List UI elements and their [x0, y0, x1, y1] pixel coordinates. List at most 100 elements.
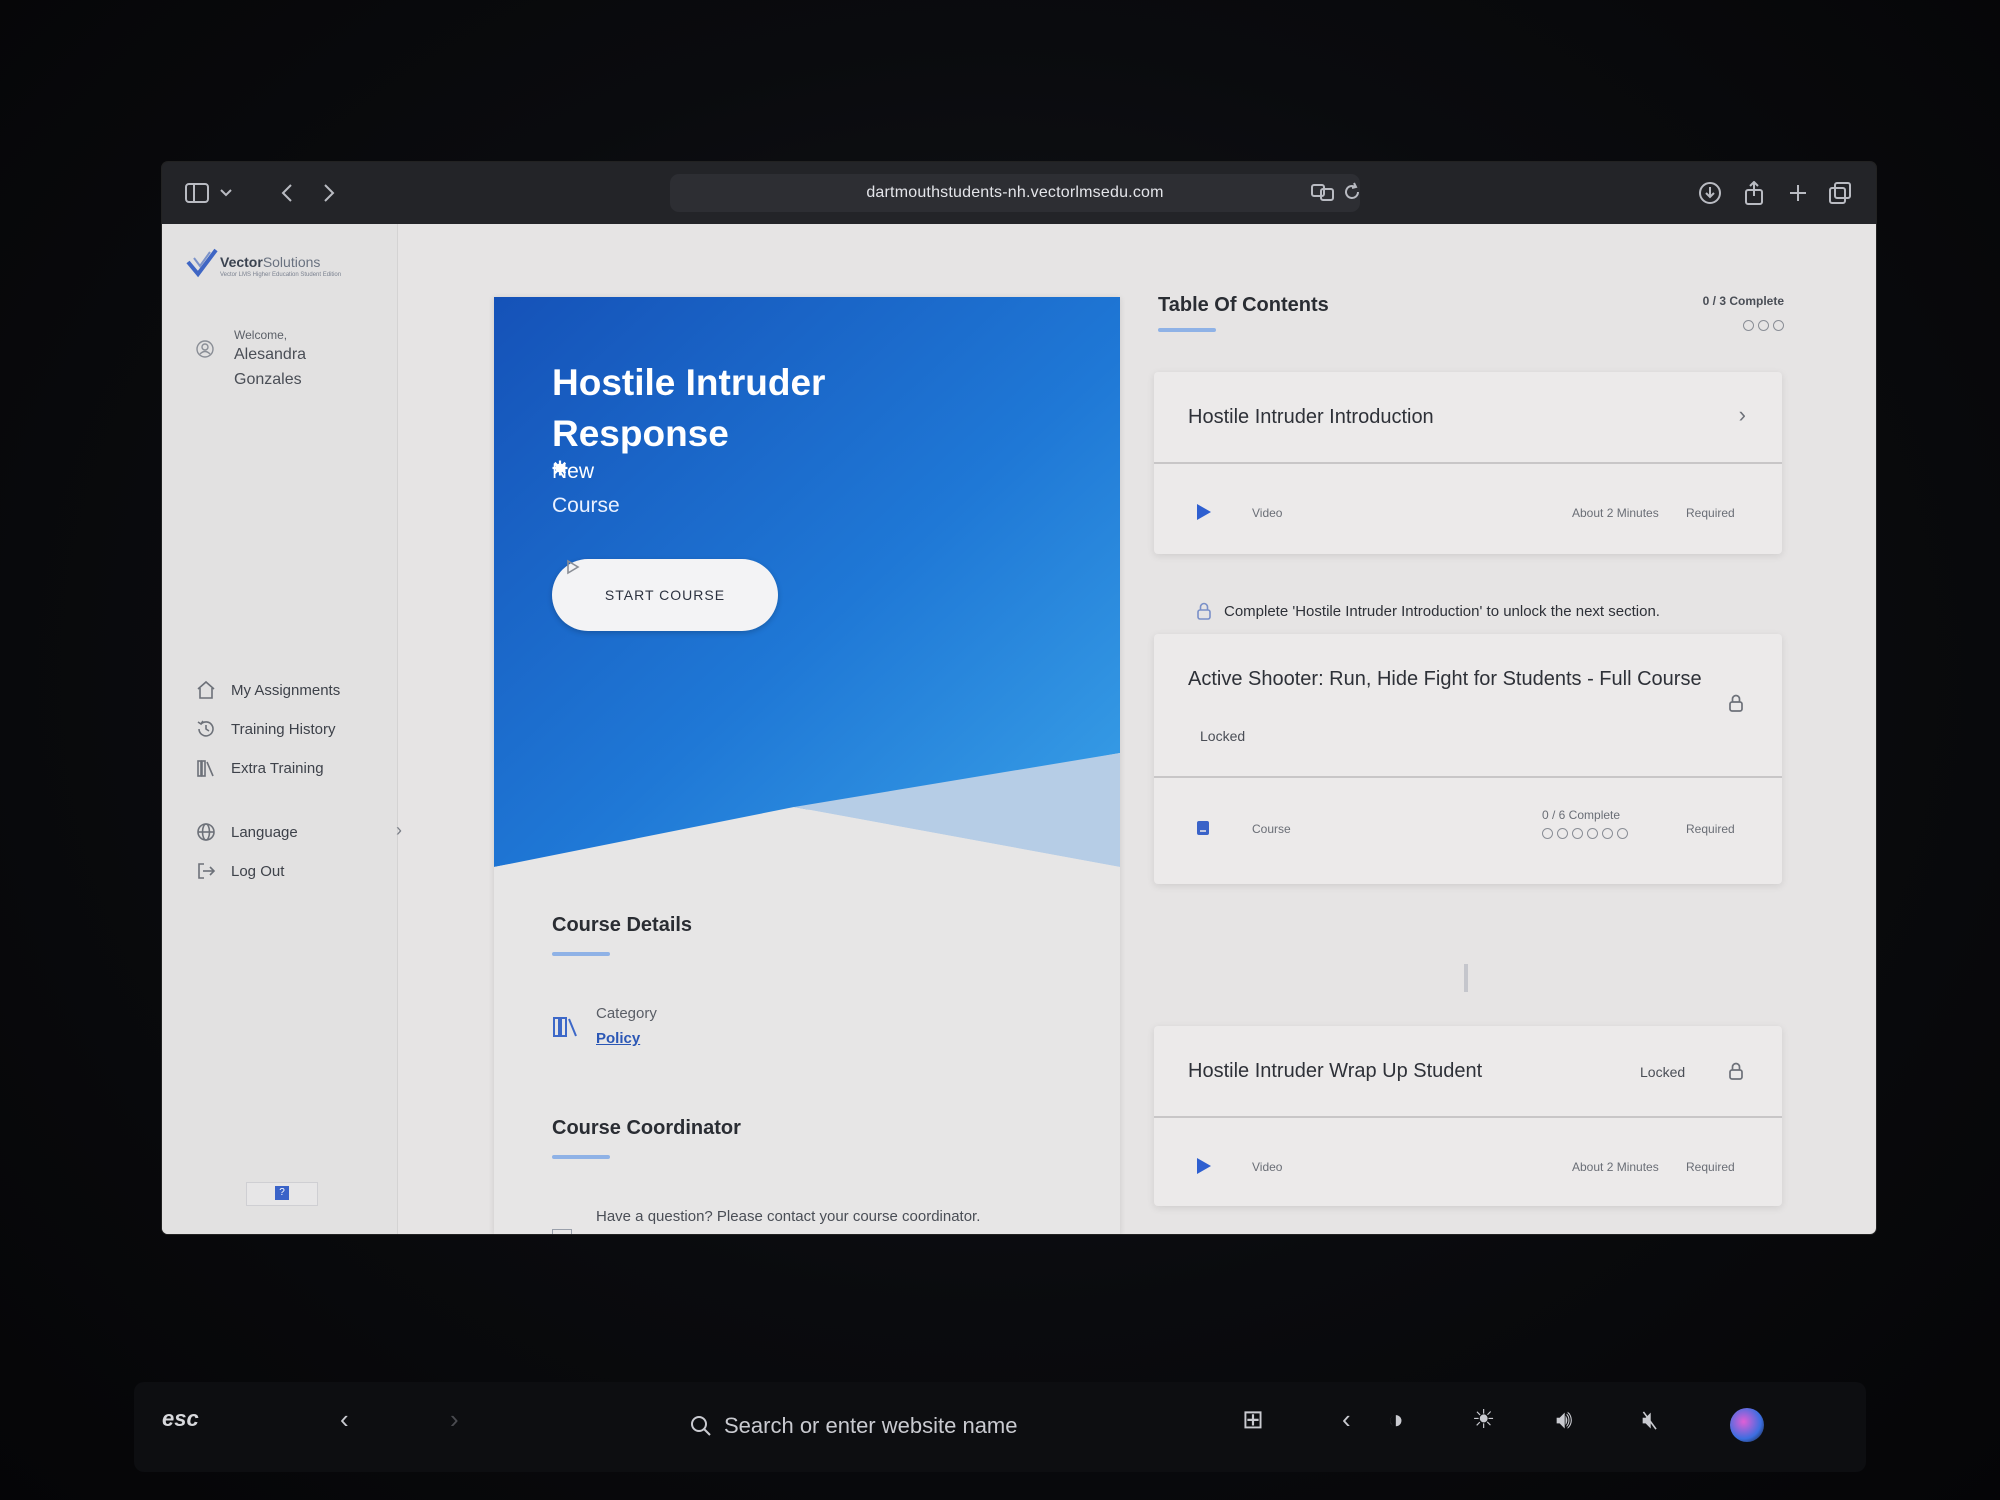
course-type: Course	[552, 494, 620, 517]
unlock-note-text: Complete 'Hostile Intruder Introduction'…	[1224, 602, 1660, 620]
toc-item-duration: About 2 Minutes	[1572, 1160, 1659, 1174]
toc-item-title: Active Shooter: Run, Hide Fight for Stud…	[1188, 668, 1702, 690]
reload-icon[interactable]	[1340, 177, 1364, 207]
progress-dot	[1542, 828, 1553, 839]
category-link[interactable]: Policy	[596, 1030, 640, 1047]
back-icon[interactable]: ‹	[340, 1404, 349, 1435]
toc-item-kind: Course	[1252, 822, 1291, 836]
progress-dot	[1557, 828, 1568, 839]
history-icon	[197, 720, 214, 737]
books-icon	[197, 760, 214, 777]
lms-page: VectorSolutions Vector LMS Higher Educat…	[162, 224, 1876, 1234]
nav-label: Training History	[231, 720, 336, 738]
volume-icon[interactable]: 🔊︎	[1556, 1404, 1572, 1436]
back-icon[interactable]	[274, 178, 300, 208]
sidebar: VectorSolutions Vector LMS Higher Educat…	[162, 224, 402, 1234]
browser-window: dartmouthstudents-nh.vectorlmsedu.com Ve…	[162, 162, 1876, 1234]
share-icon[interactable]	[1740, 178, 1768, 208]
logo-wordmark: VectorSolutions	[220, 254, 321, 270]
table-of-contents: Table Of Contents 0 / 3 Complete Hostile…	[1154, 284, 1784, 1234]
browser-toolbar: dartmouthstudents-nh.vectorlmsedu.com	[162, 162, 1876, 225]
nav-extra-training[interactable]: Extra Training	[196, 756, 324, 780]
toc-item-hostile-intruder-wrap-up[interactable]: Hostile Intruder Wrap Up Student Locked …	[1154, 1026, 1782, 1206]
touch-bar: esc ‹ › Search or enter website name ⊞ ‹…	[134, 1382, 1866, 1472]
course-coordinator-heading: Course Coordinator	[552, 1117, 741, 1139]
nav-language[interactable]: Language ›	[196, 820, 402, 844]
toc-title: Table Of Contents	[1158, 294, 1329, 316]
new-badge: New	[552, 460, 594, 484]
toc-item-progress-dots	[1542, 828, 1628, 839]
play-icon[interactable]	[1196, 1157, 1212, 1175]
lock-icon	[1728, 1062, 1744, 1085]
progress-dot	[1572, 828, 1583, 839]
start-course-button[interactable]: START COURSE	[552, 559, 778, 631]
sidebar-toggle-icon[interactable]	[182, 178, 212, 208]
logout-icon	[198, 863, 216, 879]
nav-label: Language	[231, 823, 298, 841]
lock-icon	[1197, 602, 1211, 620]
forward-icon[interactable]: ›	[450, 1404, 459, 1435]
progress-dot	[1602, 828, 1613, 839]
chevron-down-icon[interactable]	[216, 178, 236, 208]
play-icon[interactable]	[1196, 503, 1212, 521]
nav-label: My Assignments	[231, 681, 341, 699]
tab-overview-icon[interactable]	[1826, 178, 1854, 208]
touchbar-search[interactable]: Search or enter website name	[690, 1402, 1310, 1450]
brightness-icon[interactable]: ☀	[1472, 1404, 1495, 1435]
locked-label: Locked	[1200, 728, 1246, 744]
course-title: Hostile Intruder Response	[552, 362, 826, 454]
toc-item-header: Hostile Intruder Introduction ›	[1154, 372, 1782, 464]
help-icon: ?	[275, 1186, 289, 1200]
download-icon[interactable]	[1696, 178, 1724, 208]
nav-my-assignments[interactable]: My Assignments	[196, 678, 340, 702]
toc-progress-dots	[1743, 320, 1784, 331]
progress-dot	[1743, 320, 1754, 331]
start-course-label: START COURSE	[604, 587, 726, 603]
user-name: Alesandra Gonzales	[234, 346, 307, 388]
toc-item-requirement: Required	[1686, 1160, 1735, 1174]
user-icon	[196, 340, 214, 358]
unlock-note: Complete 'Hostile Intruder Introduction'…	[1196, 602, 1660, 620]
toc-item-hostile-intruder-introduction[interactable]: Hostile Intruder Introduction › Video Ab…	[1154, 372, 1782, 554]
toc-item-active-shooter-course[interactable]: Active Shooter: Run, Hide Fight for Stud…	[1154, 634, 1782, 884]
touchbar-search-text: Search or enter website name	[724, 1413, 1018, 1438]
vector-solutions-logo[interactable]: VectorSolutions Vector LMS Higher Educat…	[186, 246, 376, 282]
translate-icon[interactable]	[1310, 177, 1336, 207]
address-bar[interactable]: dartmouthstudents-nh.vectorlmsedu.com	[670, 174, 1360, 212]
section-connector	[1464, 964, 1468, 992]
coordinator-text: Have a question? Please contact your cou…	[596, 1208, 981, 1225]
new-tab-icon[interactable]	[1784, 178, 1812, 208]
progress-dot	[1758, 320, 1769, 331]
forward-icon[interactable]	[316, 178, 342, 208]
mute-icon[interactable]: 🔇︎	[1642, 1404, 1658, 1436]
progress-dot	[1773, 320, 1784, 331]
welcome-block: Welcome, Alesandra Gonzales	[234, 328, 344, 392]
url-text: dartmouthstudents-nh.vectorlmsedu.com	[866, 184, 1164, 201]
home-icon	[197, 680, 215, 699]
lock-icon	[1728, 694, 1744, 717]
nav-label: Log Out	[231, 862, 285, 880]
toc-item-kind: Video	[1252, 1160, 1283, 1174]
globe-icon	[197, 823, 215, 841]
toc-item-duration: About 2 Minutes	[1572, 506, 1659, 520]
nav-log-out[interactable]: Log Out	[196, 859, 284, 883]
progress-dot	[1587, 828, 1598, 839]
brightness-low-icon[interactable]: ◑	[1388, 1404, 1404, 1435]
new-tab-icon[interactable]: ⊞	[1242, 1404, 1264, 1435]
esc-key[interactable]: esc	[162, 1406, 199, 1432]
locked-label: Locked	[1640, 1064, 1686, 1080]
toc-item-title: Hostile Intruder Wrap Up Student	[1188, 1060, 1483, 1082]
siri-icon[interactable]	[1730, 1408, 1764, 1442]
course-card: Hostile Intruder Response New Course STA…	[494, 297, 1120, 1234]
toc-progress-text: 0 / 3 Complete	[1702, 294, 1784, 308]
toc-item-progress: 0 / 6 Complete	[1542, 808, 1621, 822]
course-hero: Hostile Intruder Response New Course STA…	[494, 297, 1120, 867]
help-widget[interactable]: ?	[246, 1182, 318, 1206]
toc-item-title: Hostile Intruder Introduction	[1188, 406, 1434, 428]
chevron-right-icon[interactable]: ›	[1739, 402, 1746, 428]
welcome-label: Welcome,	[234, 328, 288, 342]
collapse-icon[interactable]: ‹	[1342, 1404, 1351, 1435]
chevron-right-icon: ›	[396, 820, 402, 840]
nav-training-history[interactable]: Training History	[196, 717, 335, 741]
play-outline-icon	[567, 559, 580, 575]
